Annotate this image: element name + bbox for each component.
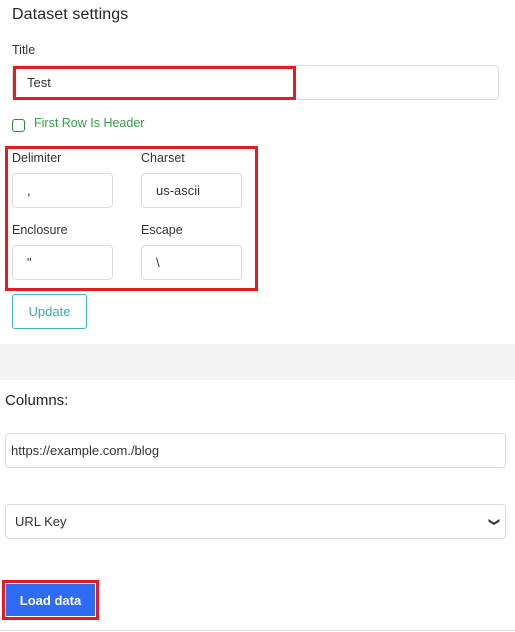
escape-input[interactable]: \ bbox=[141, 245, 242, 280]
escape-label: Escape bbox=[141, 223, 183, 237]
chevron-down-icon: ❯ bbox=[487, 516, 500, 527]
enclosure-input[interactable]: " bbox=[12, 245, 113, 280]
column-type-select-value: URL Key bbox=[15, 514, 67, 529]
page-title: Dataset settings bbox=[12, 6, 129, 23]
escape-input-value: \ bbox=[156, 255, 160, 270]
charset-input-value: us-ascii bbox=[156, 183, 201, 198]
title-input-value: Test bbox=[27, 75, 51, 90]
bottom-divider bbox=[0, 630, 515, 631]
delimiter-label: Delimiter bbox=[12, 151, 62, 165]
column-type-select[interactable]: URL Key ❯ bbox=[5, 504, 506, 539]
enclosure-input-value: " bbox=[27, 255, 32, 270]
first-row-header-label[interactable]: First Row Is Header bbox=[34, 116, 144, 130]
column-url-value: https://example.com./blog bbox=[11, 443, 160, 458]
column-url-input[interactable]: https://example.com./blog bbox=[5, 433, 506, 468]
charset-input[interactable]: us-ascii bbox=[141, 173, 242, 208]
delimiter-input[interactable]: , bbox=[12, 173, 113, 208]
load-data-button[interactable]: Load data bbox=[6, 584, 95, 616]
section-divider bbox=[0, 344, 515, 380]
title-label: Title bbox=[12, 43, 36, 57]
enclosure-label: Enclosure bbox=[12, 223, 68, 237]
columns-label: Columns: bbox=[5, 392, 69, 409]
delimiter-input-value: , bbox=[27, 183, 31, 198]
first-row-header-checkbox[interactable] bbox=[12, 119, 25, 132]
update-button[interactable]: Update bbox=[12, 294, 87, 329]
charset-label: Charset bbox=[141, 151, 185, 165]
title-input[interactable]: Test bbox=[12, 65, 499, 100]
